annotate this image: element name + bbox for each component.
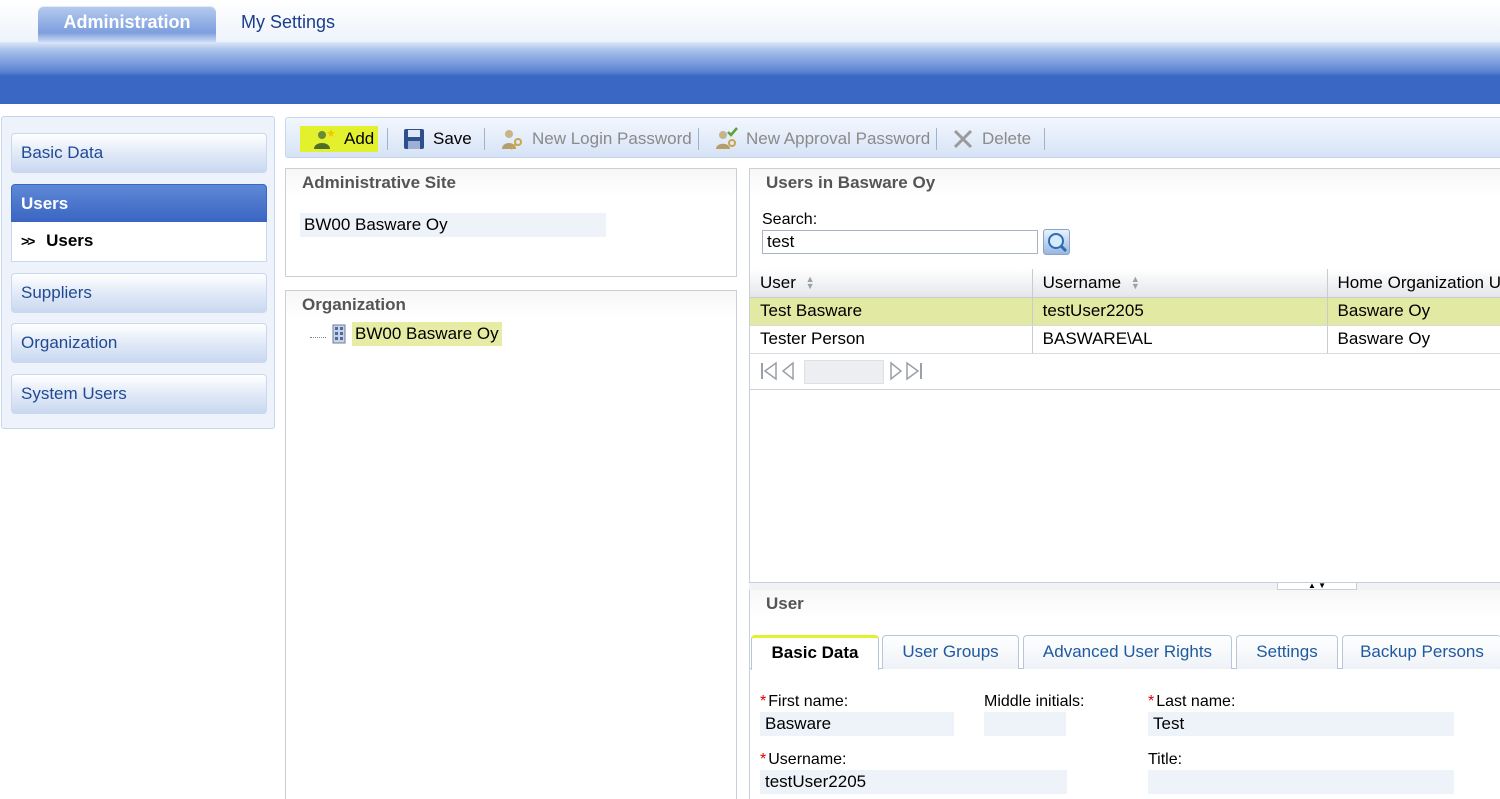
cell-user: Test Basware: [750, 297, 1033, 326]
panel-title: Administrative Site: [286, 169, 736, 197]
cell-home-organization: Basware Oy: [1327, 297, 1500, 326]
last-name-label: * Last name:: [1148, 693, 1236, 710]
column-header-user[interactable]: User ▲ ▼: [750, 269, 1033, 298]
sidebar-item-users[interactable]: Users: [11, 184, 267, 222]
tab-my-settings[interactable]: My Settings: [217, 6, 359, 44]
new-login-password-button[interactable]: New Login Password: [500, 126, 692, 152]
cell-home-organization: Basware Oy: [1327, 325, 1500, 354]
sidebar-item-suppliers[interactable]: Suppliers: [11, 273, 267, 313]
previous-page-icon[interactable]: [781, 361, 795, 381]
search-button[interactable]: [1043, 229, 1070, 255]
delete-button[interactable]: Delete: [952, 126, 1031, 152]
header-banner: [0, 42, 1500, 104]
first-name-label: * First name:: [760, 693, 849, 710]
sidebar-item-system-users[interactable]: System Users: [11, 374, 267, 414]
username-label: * Username:: [760, 751, 847, 768]
add-button[interactable]: Add: [300, 126, 379, 152]
administrative-site-value: BW00 Basware Oy: [300, 213, 606, 237]
last-name-field[interactable]: Test: [1148, 712, 1454, 736]
delete-x-icon: [953, 129, 973, 149]
tab-backup-persons[interactable]: Backup Persons: [1342, 635, 1500, 669]
middle-initials-field[interactable]: [984, 712, 1066, 736]
sidebar-subitem-users[interactable]: >> Users: [11, 222, 267, 262]
sort-icon: ▲ ▼: [805, 274, 815, 292]
panel-splitter[interactable]: ▲ ▼: [749, 582, 1500, 590]
save-button[interactable]: Save: [403, 126, 472, 152]
search-label: Search:: [762, 211, 818, 228]
cell-username: BASWARE\AL: [1032, 325, 1328, 354]
column-header-username[interactable]: Username ▲ ▼: [1032, 269, 1328, 298]
title-field[interactable]: [1148, 770, 1454, 794]
panel-title: User: [750, 590, 1500, 618]
tab-administration[interactable]: Administration: [38, 6, 216, 44]
building-icon: [332, 324, 346, 344]
organization-tree-node[interactable]: BW00 Basware Oy: [310, 322, 502, 346]
add-button-label: Add: [344, 129, 375, 148]
organization-panel: Organization BW00 Basware Oy: [285, 290, 737, 799]
add-user-icon: [314, 129, 335, 149]
sidebar-item-basic-data[interactable]: Basic Data: [11, 133, 267, 173]
table-row[interactable]: Tester Person BASWARE\AL Basware Oy: [750, 325, 1500, 354]
search-icon: [1048, 233, 1068, 253]
new-approval-password-label: New Approval Password: [746, 129, 931, 148]
tree-connector: [310, 336, 326, 338]
tab-basic-data[interactable]: Basic Data: [751, 635, 879, 670]
required-asterisk: *: [760, 693, 767, 710]
delete-button-label: Delete: [982, 129, 1032, 148]
first-name-field[interactable]: Basware: [760, 712, 954, 736]
username-field[interactable]: testUser2205: [760, 770, 1067, 794]
new-approval-password-button[interactable]: New Approval Password: [714, 126, 930, 152]
table-row[interactable]: Test Basware testUser2205 Basware Oy: [750, 297, 1500, 326]
tab-settings[interactable]: Settings: [1236, 635, 1338, 669]
user-detail-panel: User Basic Data User Groups Advanced Use…: [749, 590, 1500, 799]
administrative-site-panel: Administrative Site BW00 Basware Oy: [285, 168, 737, 277]
sort-icon: ▲ ▼: [1130, 274, 1140, 292]
toolbar-separator: [1044, 128, 1045, 150]
top-navigation-bar: Administration My Settings: [0, 0, 1500, 44]
double-chevron-right-icon: >>: [21, 233, 35, 249]
panel-title: Organization: [286, 291, 736, 319]
sidebar: Basic Data Users >> Users Suppliers Orga…: [1, 116, 275, 429]
toolbar-separator: [936, 128, 937, 150]
save-button-label: Save: [433, 129, 472, 148]
user-check-key-icon: [716, 127, 738, 149]
user-tabs: Basic Data User Groups Advanced User Rig…: [750, 635, 1500, 670]
toolbar-separator: [484, 128, 485, 150]
toolbar-separator: [387, 128, 388, 150]
cell-username: testUser2205: [1032, 297, 1328, 326]
user-key-icon: [502, 130, 522, 150]
next-page-icon[interactable]: [889, 361, 903, 381]
save-icon: [404, 129, 424, 149]
search-input[interactable]: [762, 230, 1038, 254]
first-page-icon[interactable]: [760, 361, 778, 381]
sidebar-subitem-label: Users: [46, 231, 94, 250]
cell-user: Tester Person: [750, 325, 1033, 354]
title-label: Title:: [1148, 751, 1183, 768]
sidebar-item-organization[interactable]: Organization: [11, 323, 267, 363]
panel-title: Users in Basware Oy: [750, 169, 1500, 197]
required-asterisk: *: [1148, 693, 1155, 710]
tab-user-groups[interactable]: User Groups: [882, 635, 1019, 669]
users-list-panel: Users in Basware Oy Search: User ▲▼ User…: [749, 168, 1500, 584]
toolbar: Add Save New Login Password New Approval…: [285, 117, 1500, 158]
table-header-row: User ▲ ▼ Username ▲ ▼ Home Organization U: [750, 269, 1500, 298]
column-header-home-organization[interactable]: Home Organization U: [1327, 269, 1500, 298]
tab-advanced-user-rights[interactable]: Advanced User Rights: [1023, 635, 1232, 669]
users-table: User ▲ ▼ Username ▲ ▼ Home Organization U …: [750, 269, 1500, 354]
new-login-password-label: New Login Password: [532, 129, 692, 148]
toolbar-separator: [698, 128, 699, 150]
organization-node-label: BW00 Basware Oy: [352, 322, 502, 346]
pager: [750, 352, 1500, 390]
required-asterisk: *: [760, 751, 767, 768]
splitter-handle[interactable]: ▲ ▼: [1277, 582, 1357, 590]
last-page-icon[interactable]: [905, 361, 923, 381]
page-number-field[interactable]: [804, 360, 884, 384]
middle-initials-label: Middle initials:: [984, 693, 1085, 710]
